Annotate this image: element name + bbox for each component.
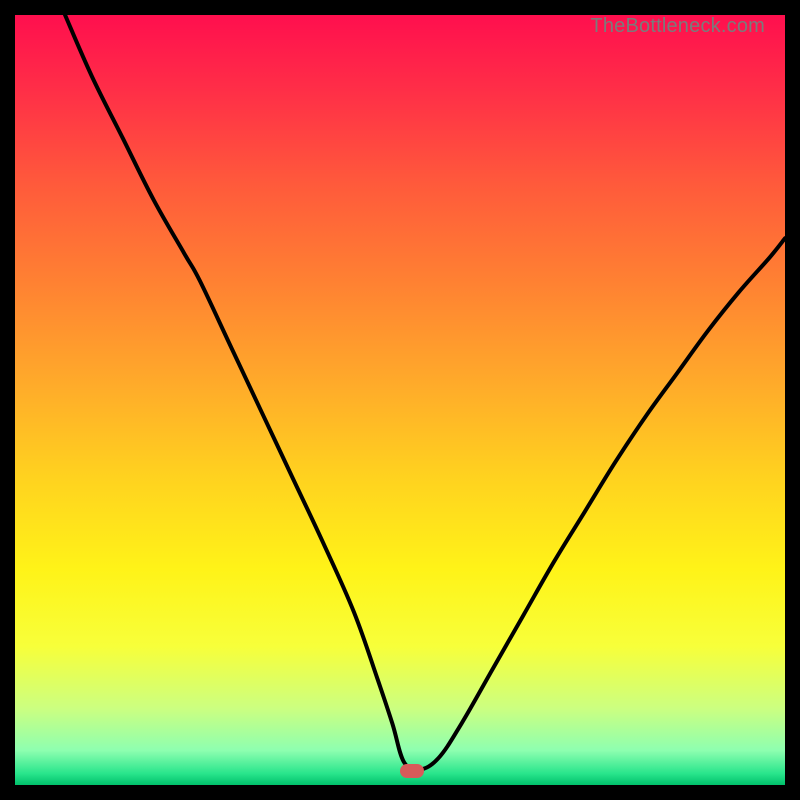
optimal-point-marker xyxy=(400,764,424,778)
watermark-text: TheBottleneck.com xyxy=(590,15,765,38)
bottleneck-chart xyxy=(15,15,785,785)
chart-frame: TheBottleneck.com xyxy=(15,15,785,785)
gradient-background xyxy=(15,15,785,785)
